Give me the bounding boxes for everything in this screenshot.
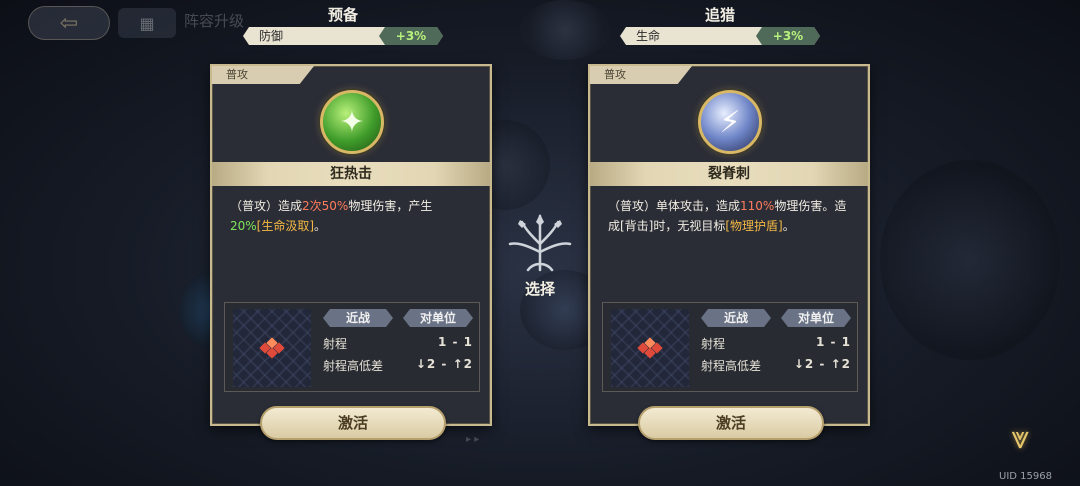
- buff-title: 追猎: [704, 6, 735, 24]
- target-type-pill: 对单位: [781, 309, 851, 327]
- buff-banner-left: 预备 防御 +3%: [243, 4, 443, 45]
- buff-value: +3%: [756, 27, 820, 45]
- range-label: 射程: [323, 337, 348, 351]
- desc-highlight: 110%: [740, 199, 775, 213]
- green-sword-slash-icon: ✦: [320, 90, 384, 154]
- buff-title: 预备: [327, 6, 358, 24]
- target-type-pill: 对单位: [403, 309, 473, 327]
- expand-button[interactable]: ⩔: [996, 414, 1044, 460]
- skill-type-tag: 普攻: [590, 66, 692, 84]
- range-info-panel: 近战 对单位 射程 1 - 1 射程高低差 ↓2 - ↑2: [602, 302, 858, 392]
- dimmed-page-title: 阵容升级: [184, 12, 245, 30]
- buff-banner-right: 追猎 生命 +3%: [620, 4, 820, 45]
- height-label: 射程高低差: [323, 359, 384, 373]
- range-label: 射程: [701, 337, 726, 351]
- skill-type-tag: 普攻: [212, 66, 314, 84]
- skill-name: 裂脊刺: [590, 162, 868, 186]
- chevron-down-icon: ⩔: [1010, 418, 1030, 456]
- range-grid: [611, 309, 689, 387]
- background-character-silhouette: [880, 160, 1060, 360]
- range-marker-icon: [637, 337, 663, 359]
- height-value: ↓2 - ↑2: [793, 357, 851, 371]
- desc-text: 。: [782, 219, 795, 233]
- skill-name: 狂热击: [212, 162, 490, 186]
- activate-button[interactable]: 激活: [260, 406, 446, 440]
- skill-card-right[interactable]: 普攻 ⚡ 裂脊刺 （普攻）单体攻击，造成110%物理伤害。造成[背击]时，无视目…: [588, 64, 870, 440]
- range-row: 射程 1 - 1: [323, 335, 473, 352]
- arrow-left-icon: ⇦: [59, 10, 79, 36]
- desc-text: （普攻）单体攻击，造成: [608, 199, 741, 213]
- choose-label: 选择: [524, 280, 555, 298]
- buff-bar: 生命 +3%: [620, 27, 820, 45]
- skill-card-left[interactable]: 普攻 ✦ 狂热击 （普攻）造成2次50%物理伤害，产生 20%[生命汲取]。 近战…: [210, 64, 492, 440]
- menu-button[interactable]: ▦: [118, 8, 176, 38]
- range-info-panel: 近战 对单位 射程 1 - 1 射程高低差 ↓2 - ↑2: [224, 302, 480, 392]
- buff-stat: 防御: [259, 29, 284, 43]
- buff-bar: 防御 +3%: [243, 27, 443, 45]
- height-row: 射程高低差 ↓2 - ↑2: [323, 357, 473, 374]
- skill-description: （普攻）造成2次50%物理伤害，产生 20%[生命汲取]。: [230, 196, 472, 236]
- choose-indicator: 选择: [506, 212, 574, 298]
- height-row: 射程高低差 ↓2 - ↑2: [701, 357, 851, 374]
- range-value: 1 - 1: [815, 335, 851, 349]
- desc-keyword: [物理护盾]: [725, 219, 783, 233]
- range-row: 射程 1 - 1: [701, 335, 851, 352]
- user-id: UID 15968: [999, 471, 1052, 482]
- grid-icon: ▦: [139, 13, 155, 33]
- desc-highlight: 2次: [302, 199, 322, 213]
- desc-highlight: 50%: [321, 199, 349, 213]
- activate-button[interactable]: 激活: [638, 406, 824, 440]
- buff-stat: 生命: [636, 29, 661, 43]
- desc-text: 。: [314, 219, 327, 233]
- tree-emblem-icon: [508, 214, 572, 272]
- buff-value: +3%: [379, 27, 443, 45]
- blue-lightning-pierce-icon: ⚡: [698, 90, 762, 154]
- height-label: 射程高低差: [701, 359, 762, 373]
- height-value: ↓2 - ↑2: [415, 357, 473, 371]
- desc-keyword: [生命汲取]: [256, 219, 315, 233]
- range-value: 1 - 1: [437, 335, 473, 349]
- range-marker-icon: [259, 337, 285, 359]
- desc-text: （普攻）造成: [230, 199, 303, 213]
- skill-description: （普攻）单体攻击，造成110%物理伤害。造成[背击]时，无视目标[物理护盾]。: [608, 196, 850, 236]
- dimmed-background-label: ▸ ▸: [466, 434, 480, 445]
- desc-highlight: 20%: [230, 219, 257, 233]
- desc-text: 物理伤害，产生: [348, 199, 433, 213]
- attack-type-pill: 近战: [701, 309, 771, 327]
- range-grid: [233, 309, 311, 387]
- attack-type-pill: 近战: [323, 309, 393, 327]
- back-button[interactable]: ⇦: [28, 6, 110, 40]
- background-orb: [520, 0, 610, 60]
